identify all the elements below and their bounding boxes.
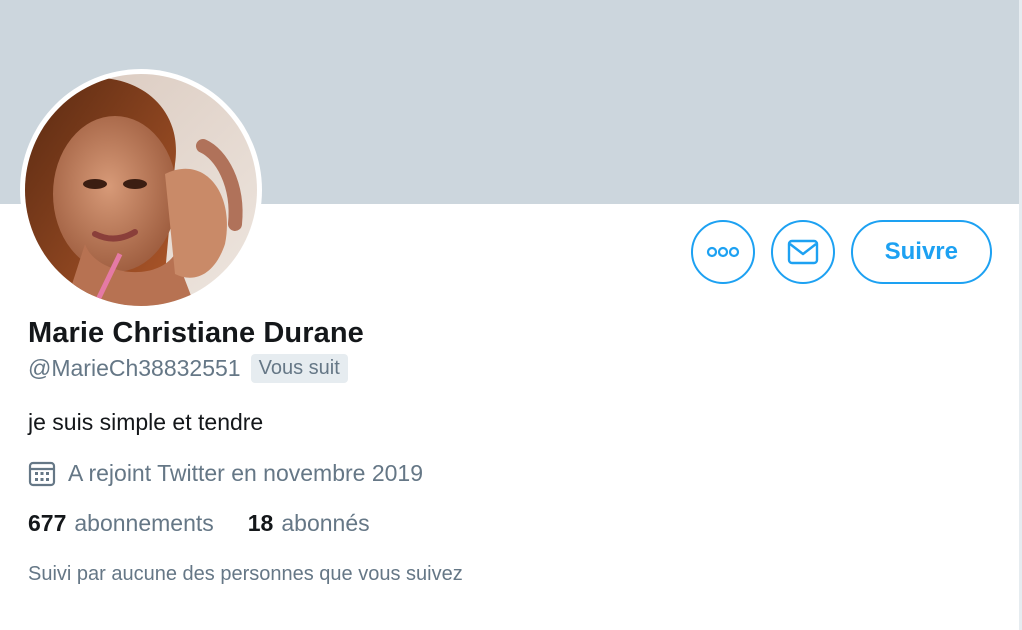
follow-button[interactable]: Suivre bbox=[850, 220, 992, 284]
followed-by-text: Suivi par aucune des personnes que vous … bbox=[28, 563, 463, 585]
envelope-icon bbox=[787, 239, 818, 265]
followers-label: abonnés bbox=[281, 510, 370, 536]
followers-stat-link[interactable]: 18 abonnés bbox=[248, 510, 370, 537]
profile-page: Suivre Marie Christiane Durane @MarieCh3… bbox=[0, 0, 1022, 630]
more-icon bbox=[706, 246, 739, 258]
following-label: abonnements bbox=[74, 510, 214, 536]
calendar-icon bbox=[28, 461, 56, 487]
profile-handle: @MarieCh38832551 bbox=[28, 355, 241, 381]
avatar[interactable] bbox=[20, 69, 262, 311]
follow-stats: 677 abonnements 18 abonnés bbox=[28, 510, 404, 537]
more-button[interactable] bbox=[690, 220, 755, 284]
message-button[interactable] bbox=[770, 220, 835, 284]
follows-you-badge: Vous suit bbox=[250, 354, 348, 383]
following-stat-link[interactable]: 677 abonnements bbox=[28, 510, 214, 537]
joined-date-row: A rejoint Twitter en novembre 2019 bbox=[28, 459, 423, 487]
following-count: 677 bbox=[28, 510, 67, 536]
profile-name: Marie Christiane Durane bbox=[28, 317, 364, 349]
joined-date-text: A rejoint Twitter en novembre 2019 bbox=[68, 459, 424, 486]
handle-row: @MarieCh38832551 Vous suit bbox=[28, 354, 348, 383]
profile-actions: Suivre bbox=[690, 220, 992, 284]
followers-count: 18 bbox=[247, 510, 274, 536]
avatar-photo bbox=[25, 74, 257, 306]
profile-bio: je suis simple et tendre bbox=[28, 409, 264, 435]
